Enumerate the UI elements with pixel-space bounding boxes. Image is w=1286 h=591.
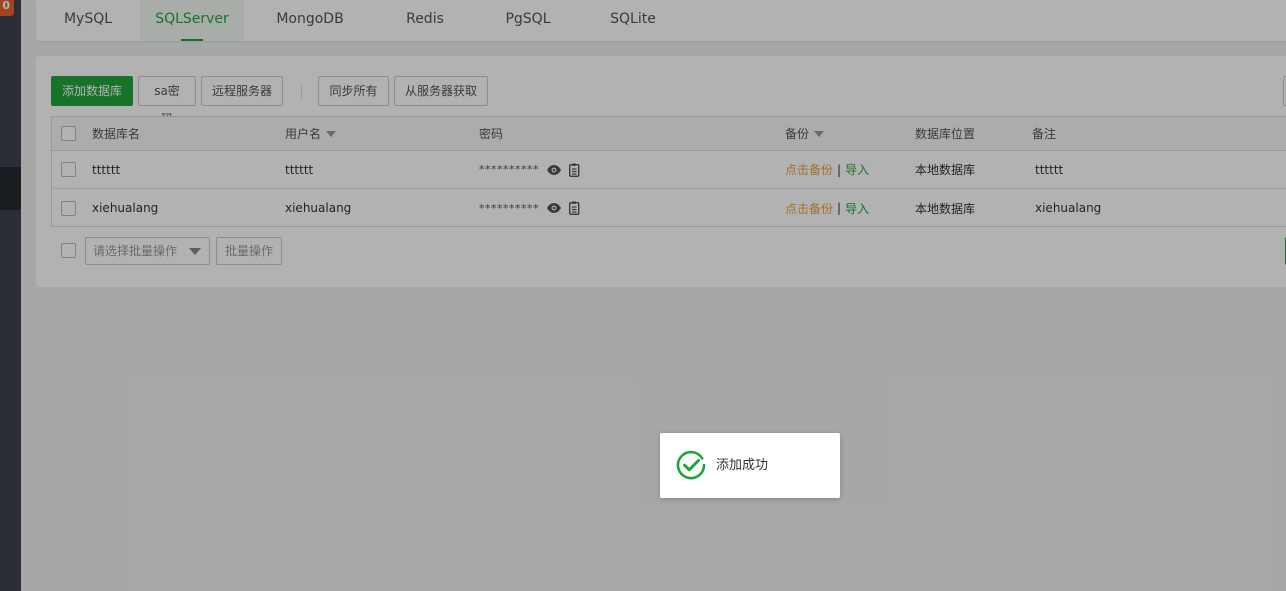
check-circle-icon	[676, 450, 706, 480]
toast-message: 添加成功	[716, 458, 769, 473]
modal-overlay	[0, 0, 1286, 591]
success-toast: 添加成功	[660, 433, 840, 498]
